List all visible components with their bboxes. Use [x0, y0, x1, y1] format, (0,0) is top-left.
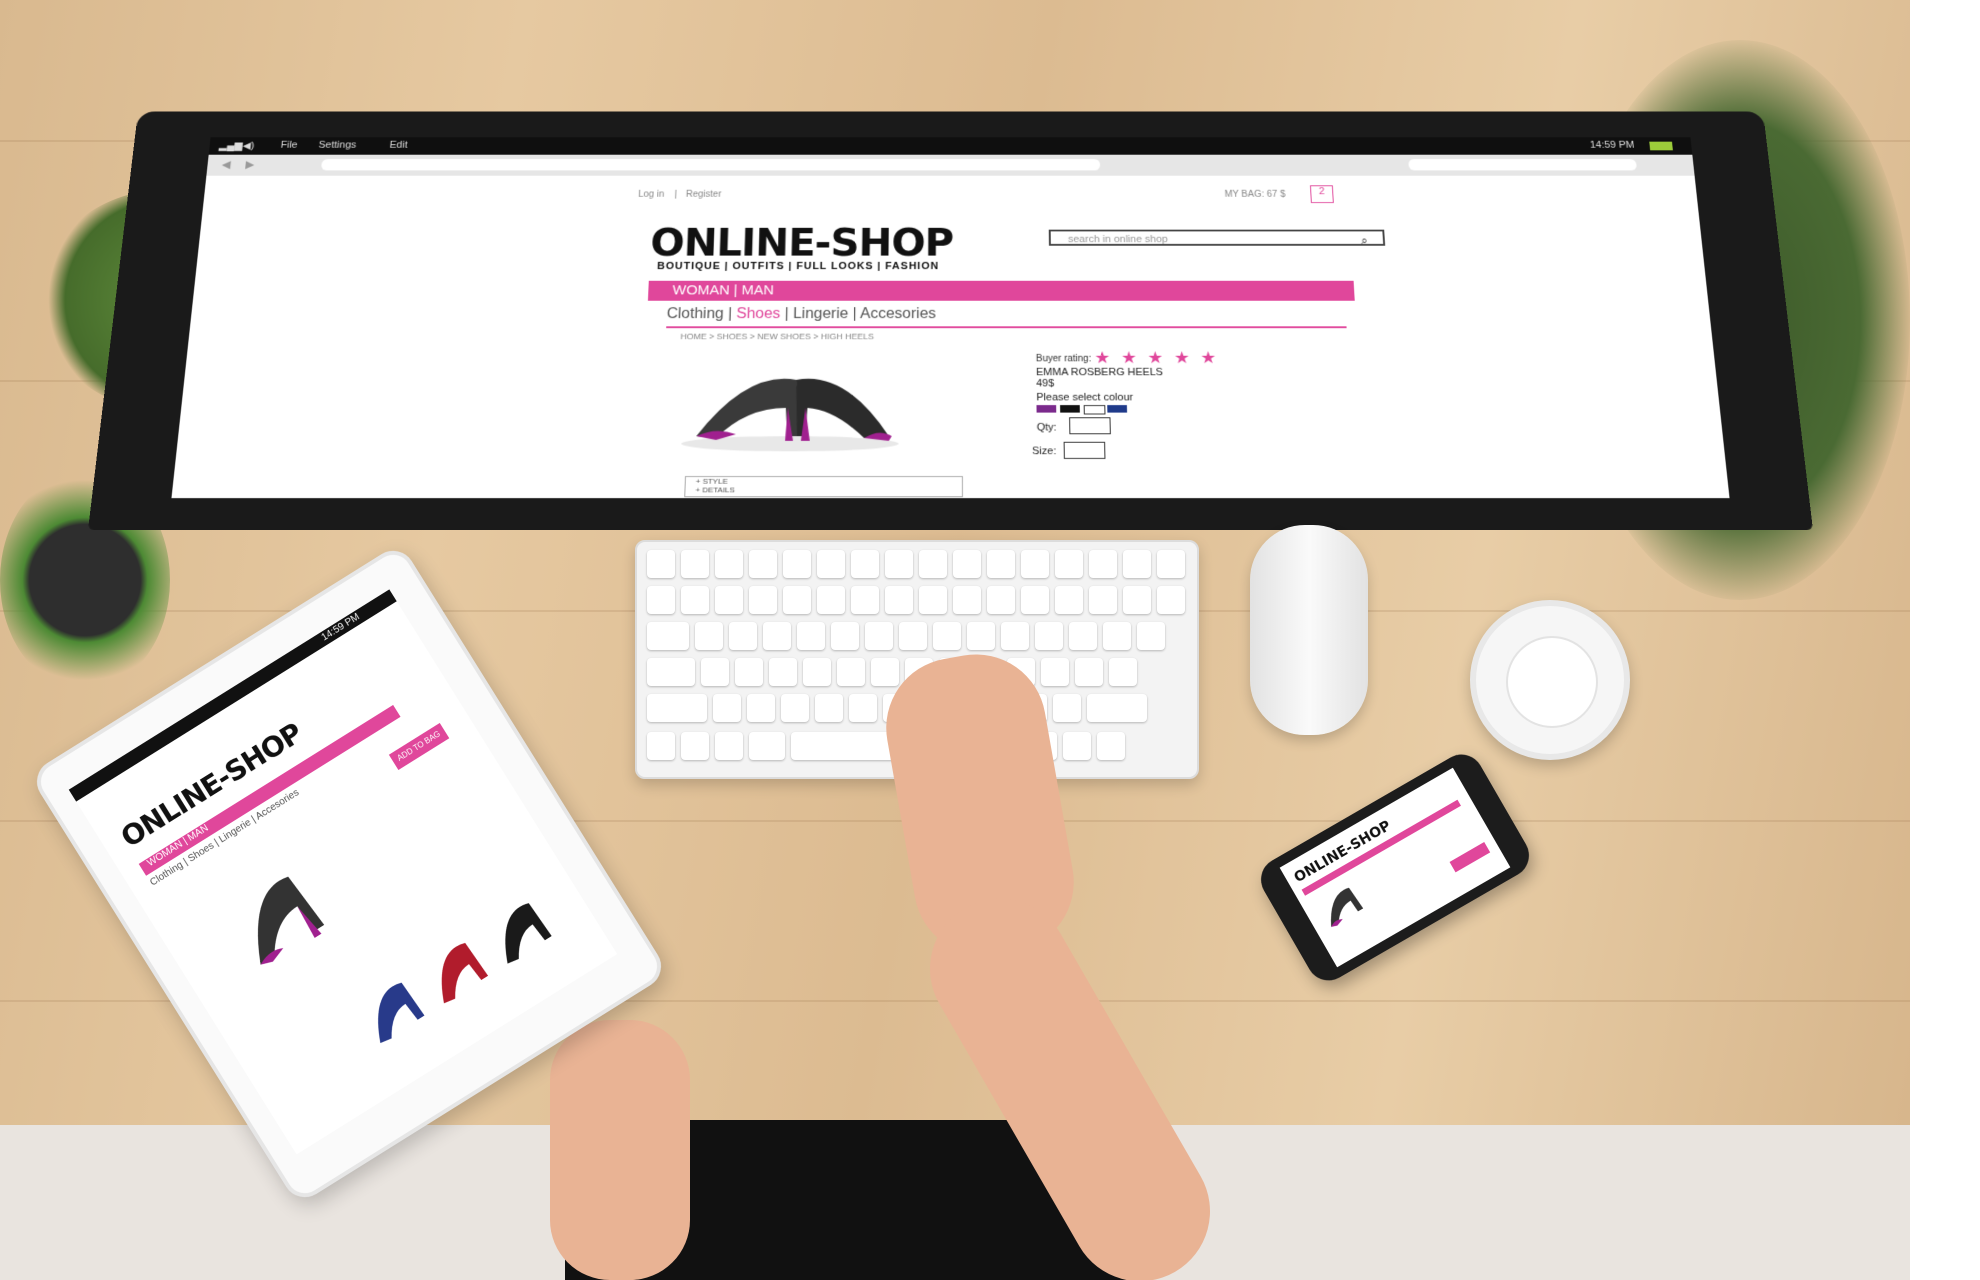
left-hand — [550, 1020, 690, 1280]
size-input[interactable] — [1063, 441, 1106, 459]
nav-accessories[interactable]: Accesories — [860, 306, 936, 322]
browser-search[interactable] — [1408, 159, 1638, 171]
tablet-add-to-bag-button[interactable]: ADD TO BAG — [388, 722, 450, 771]
monitor-screen: ▂▄▆ ◀) File Settings Edit 14:59 PM ◀ ▶ L… — [171, 137, 1730, 499]
colour-label: Please select colour — [1036, 391, 1134, 404]
key-row — [647, 550, 1185, 578]
search-icon[interactable]: ⌕ — [1361, 232, 1368, 248]
tablet-clock: 14:59 PM — [319, 611, 362, 644]
browser-toolbar: ◀ ▶ — [206, 154, 1695, 176]
mouse — [1250, 525, 1368, 735]
nav-sep: | — [780, 306, 794, 322]
breadcrumb[interactable]: HOME > SHOES > NEW SHOES > HIGH HEELS — [680, 332, 874, 341]
search-placeholder: search in online shop — [1067, 234, 1169, 245]
accordion-details[interactable]: + DETAILS — [695, 486, 962, 495]
product-accordion[interactable]: + STYLE + DETAILS — [684, 476, 963, 498]
swatch-black[interactable] — [1060, 405, 1080, 413]
nav-clothing[interactable]: Clothing — [666, 306, 724, 322]
nav-sep: | — [848, 306, 861, 322]
menu-file[interactable]: File — [280, 140, 298, 150]
nav-underline — [666, 326, 1347, 329]
bag-icon[interactable]: 2 — [1309, 185, 1334, 203]
bag-label[interactable]: MY BAG: 67 $ — [1224, 190, 1285, 200]
nav-sep: | — [723, 306, 737, 322]
clock: 14:59 PM — [1589, 139, 1636, 151]
nav-shoes[interactable]: Shoes — [736, 306, 780, 322]
swatch-purple[interactable] — [1036, 405, 1057, 413]
coffee-cup — [1470, 600, 1630, 760]
category-nav: Clothing | Shoes | Lingerie | Accesories — [666, 306, 936, 322]
login-link[interactable]: Log in — [638, 190, 664, 200]
shop-tagline: BOUTIQUE | OUTFITS | FULL LOOKS | FASHIO… — [656, 260, 940, 272]
volume-icon: ◀) — [242, 140, 255, 152]
margin — [1910, 0, 1980, 1280]
menu-edit[interactable]: Edit — [389, 140, 408, 150]
qty-label: Qty: — [1036, 421, 1057, 434]
monitor: ▂▄▆ ◀) File Settings Edit 14:59 PM ◀ ▶ L… — [88, 111, 1813, 530]
key-row — [647, 658, 1137, 686]
swatch-white[interactable] — [1083, 405, 1106, 415]
accordion-style[interactable]: + STYLE — [696, 477, 962, 486]
forward-icon[interactable]: ▶ — [245, 158, 255, 170]
phone-add-button[interactable] — [1449, 841, 1491, 873]
tablet-related-products[interactable] — [335, 872, 569, 1065]
key-row — [647, 586, 1185, 614]
product-price: 49$ — [1036, 378, 1055, 390]
back-icon[interactable]: ◀ — [221, 158, 231, 170]
signal-icon: ▂▄▆ — [218, 140, 244, 152]
url-bar[interactable] — [320, 159, 1101, 171]
register-link[interactable]: Register — [686, 190, 722, 200]
rating-stars[interactable]: ★ ★ ★ ★ ★ — [1094, 348, 1219, 367]
size-label: Size: — [1032, 445, 1057, 458]
shop-logo[interactable]: ONLINE-SHOP — [649, 221, 953, 265]
tablet-product-image[interactable] — [210, 844, 351, 979]
swatch-navy[interactable] — [1107, 405, 1128, 413]
os-menu-bar: ▂▄▆ ◀) File Settings Edit 14:59 PM — [208, 137, 1693, 155]
product-name: EMMA ROSBERG HEELS — [1036, 366, 1164, 379]
qty-input[interactable] — [1069, 417, 1111, 435]
battery-icon — [1649, 141, 1673, 151]
main-nav[interactable]: WOMAN | MAN — [647, 280, 1355, 301]
login-separator: | — [674, 189, 678, 200]
desk-scene: ▂▄▆ ◀) File Settings Edit 14:59 PM ◀ ▶ L… — [0, 0, 1980, 1280]
shop-search-input[interactable]: search in online shop ⌕ — [1048, 229, 1386, 248]
key-row — [647, 622, 1165, 650]
nav-lingerie[interactable]: Lingerie — [793, 306, 849, 322]
product-image-heels[interactable] — [676, 352, 904, 455]
rating-label: Buyer rating: — [1035, 353, 1092, 365]
menu-settings[interactable]: Settings — [318, 140, 357, 150]
